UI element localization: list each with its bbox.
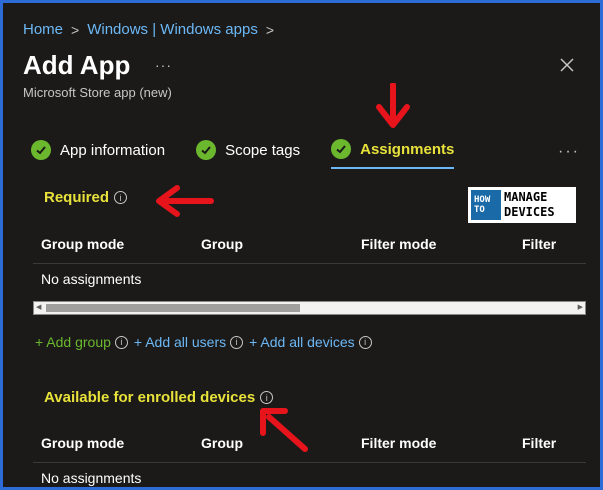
tab-app-information[interactable]: App information — [31, 140, 165, 168]
column-header-filter[interactable]: Filter — [522, 435, 556, 451]
info-icon[interactable]: i — [114, 191, 128, 204]
scrollbar-thumb[interactable] — [46, 304, 300, 312]
tab-scope-tags[interactable]: Scope tags — [196, 140, 300, 168]
column-header-filter[interactable]: Filter — [522, 236, 556, 252]
checkmark-icon — [331, 139, 352, 159]
page-subtitle: Microsoft Store app (new) — [23, 85, 172, 100]
more-options-button[interactable]: ··· — [155, 57, 172, 73]
breadcrumb: Home > Windows | Windows apps > — [23, 21, 274, 38]
logo-wordmark: MANAGE DEVICES — [504, 190, 555, 220]
wizard-tabs: App information Scope tags Assignments — [31, 139, 485, 169]
available-section-title: Available for enrolled devices i — [44, 389, 274, 406]
add-group-link[interactable]: + Add group — [35, 334, 111, 350]
info-icon[interactable]: i — [358, 335, 372, 349]
tab-assignments[interactable]: Assignments — [331, 139, 455, 169]
horizontal-scrollbar[interactable]: ◀ ▶ — [33, 301, 586, 315]
column-header-group-mode[interactable]: Group mode — [41, 236, 124, 252]
column-header-group-mode[interactable]: Group mode — [41, 435, 124, 451]
checkmark-icon — [196, 140, 217, 160]
info-icon[interactable]: i — [260, 391, 274, 404]
breadcrumb-home-link[interactable]: Home — [23, 21, 63, 38]
empty-row: No assignments — [41, 271, 142, 287]
scroll-right-icon[interactable]: ▶ — [578, 303, 583, 311]
available-assignments-table: Group mode Group Filter mode Filter No a… — [33, 423, 586, 487]
tab-label: App information — [60, 141, 166, 159]
annotation-arrow-left-icon — [156, 185, 214, 217]
required-section-title: Required i — [44, 189, 128, 206]
scroll-left-icon[interactable]: ◀ — [36, 303, 41, 311]
required-assignments-table: Group mode Group Filter mode Filter No a… — [33, 224, 586, 294]
column-header-filter-mode[interactable]: Filter mode — [361, 435, 436, 451]
column-header-group[interactable]: Group — [201, 236, 243, 252]
checkmark-icon — [31, 140, 51, 160]
annotation-arrow-down-icon — [376, 83, 410, 128]
table-header-row: Group mode Group Filter mode Filter — [33, 224, 586, 264]
add-assignment-links: + Add group i + Add all users i + Add al… — [35, 334, 374, 350]
column-header-filter-mode[interactable]: Filter mode — [361, 236, 436, 252]
logo-line-1: MANAGE — [504, 190, 548, 204]
info-icon[interactable]: i — [230, 335, 244, 349]
chevron-right-icon: > — [265, 21, 275, 38]
logo-line-2: DEVICES — [504, 205, 555, 219]
breadcrumb-windows-apps-link[interactable]: Windows | Windows apps — [87, 21, 258, 38]
close-icon[interactable] — [559, 57, 575, 73]
how-to-manage-devices-logo: HOW TO MANAGE DEVICES — [468, 187, 576, 223]
chevron-right-icon: > — [71, 21, 80, 38]
page-title: Add App — [23, 50, 131, 80]
info-icon[interactable]: i — [114, 335, 128, 349]
table-header-row: Group mode Group Filter mode Filter — [33, 423, 586, 463]
tabs-more-button[interactable]: ··· — [558, 143, 580, 161]
add-all-devices-link[interactable]: + Add all devices — [249, 334, 354, 350]
section-title-label: Required — [44, 189, 110, 206]
logo-how-to-mark: HOW TO — [471, 190, 501, 220]
add-all-users-link[interactable]: + Add all users — [134, 334, 226, 350]
tab-label: Scope tags — [225, 141, 301, 159]
empty-row: No assignments — [41, 470, 142, 486]
column-header-group[interactable]: Group — [201, 435, 243, 451]
add-app-panel: Home > Windows | Windows apps > Add App … — [0, 0, 603, 490]
tab-label: Assignments — [360, 140, 455, 158]
section-title-label: Available for enrolled devices — [44, 389, 256, 406]
